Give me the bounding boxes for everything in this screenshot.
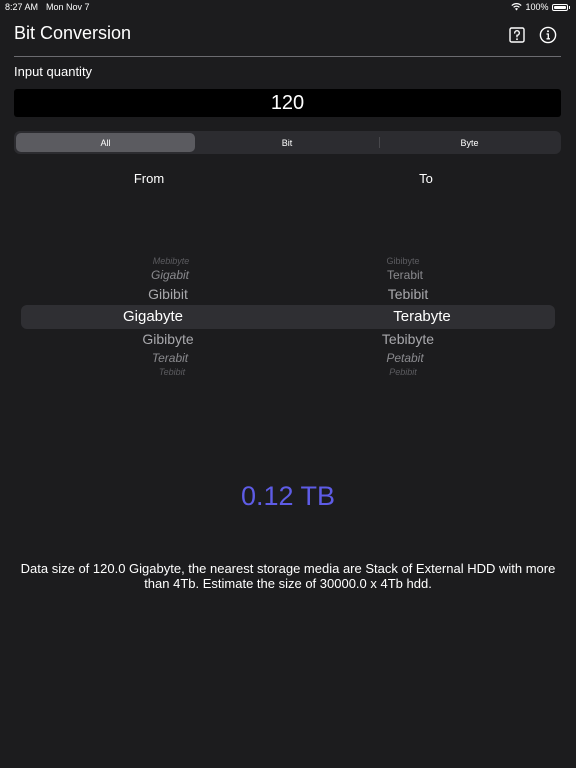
picker-item[interactable]: Tebibyte bbox=[382, 331, 434, 347]
picker-item[interactable]: Terabit bbox=[152, 351, 188, 365]
info-circle-icon[interactable] bbox=[539, 26, 557, 44]
app-screen: 8:27 AM Mon Nov 7 100% Bit Conversion In… bbox=[0, 0, 576, 768]
conversion-result: 0.12 TB bbox=[240, 481, 336, 511]
storage-description: Data size of 120.0 Gigabyte, the nearest… bbox=[20, 561, 556, 591]
question-mark-box-icon[interactable] bbox=[508, 26, 526, 44]
picker-item[interactable]: Gibibyte bbox=[142, 331, 193, 347]
to-label: To bbox=[419, 171, 433, 186]
unit-type-segmented-control: All Bit Byte bbox=[14, 131, 561, 154]
picker-item[interactable]: Mebibyte bbox=[153, 256, 190, 266]
picker-item[interactable]: Gibibit bbox=[148, 286, 188, 302]
picker-selected-item[interactable]: Gigabyte bbox=[123, 308, 183, 325]
segment-byte[interactable]: Byte bbox=[380, 133, 559, 152]
battery-percent: 100% bbox=[525, 2, 549, 12]
segment-all[interactable]: All bbox=[16, 133, 195, 152]
header-divider bbox=[14, 56, 561, 57]
status-date: Mon Nov 7 bbox=[46, 2, 90, 12]
battery-tip bbox=[568, 5, 570, 9]
wifi-icon bbox=[511, 3, 523, 11]
picker-item[interactable]: Gibibyte bbox=[386, 256, 419, 266]
picker-item[interactable]: Tebibit bbox=[388, 286, 428, 302]
status-indicators: 100% bbox=[511, 2, 570, 12]
picker-item[interactable]: Tebibit bbox=[159, 367, 185, 377]
picker-item[interactable]: Terabit bbox=[387, 268, 423, 282]
status-bar: 8:27 AM Mon Nov 7 100% bbox=[0, 0, 576, 14]
picker-item[interactable]: Petabit bbox=[386, 351, 423, 365]
picker-item[interactable]: Gigabit bbox=[151, 268, 189, 282]
battery-icon bbox=[551, 3, 568, 11]
from-label: From bbox=[133, 171, 165, 186]
input-quantity-label: Input quantity bbox=[14, 64, 93, 79]
picker-selected-item[interactable]: Terabyte bbox=[393, 308, 451, 325]
picker-item[interactable]: Pebibit bbox=[389, 367, 417, 377]
segment-bit[interactable]: Bit bbox=[197, 133, 377, 152]
quantity-input[interactable]: 120 bbox=[14, 89, 561, 117]
status-time: 8:27 AM bbox=[5, 2, 39, 12]
page-title: Bit Conversion bbox=[14, 23, 132, 43]
picker-selection-band bbox=[21, 305, 555, 329]
